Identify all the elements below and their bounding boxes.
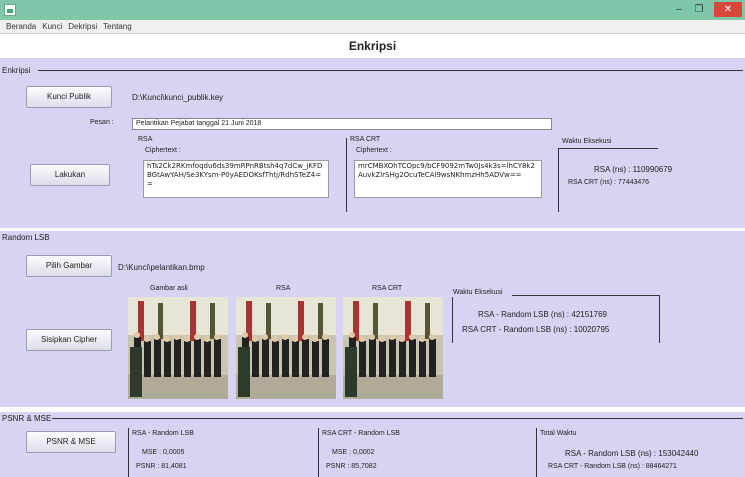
- psnr-mse-panel: PSNR & MSE PSNR & MSE RSA - Random LSB M…: [0, 412, 745, 477]
- rsa-crt-title: RSA CRT: [350, 136, 381, 143]
- maximize-button[interactable]: ❐: [690, 2, 708, 17]
- kunci-publik-button[interactable]: Kunci Publik: [26, 86, 112, 108]
- rsa-crt-ciphertext-area[interactable]: mrCMBXOhTCOpc9/bCF9092mTw0Js4k3s=lhCY8k2…: [354, 160, 542, 198]
- lsb-waktu-title: Waktu Eksekusi: [453, 289, 503, 296]
- lakukan-button[interactable]: Lakukan: [30, 164, 110, 186]
- ceremony-photo-icon: [128, 297, 228, 399]
- psnr-rsa-title: RSA - Random LSB: [132, 430, 194, 437]
- sisipkan-cipher-button[interactable]: Sisipkan Cipher: [26, 329, 112, 351]
- menu-bar: Beranda Kunci Dekripsi Tentang: [0, 20, 745, 34]
- ceremony-photo-icon: [236, 297, 336, 399]
- key-path: D:\Kunci\kunci_publik.key: [132, 93, 224, 102]
- psnr-rsa-crt-title: RSA CRT - Random LSB: [322, 430, 400, 437]
- psnr-rsa-mse: MSE : 0,0005: [142, 449, 185, 456]
- total-waktu-title: Total Waktu: [540, 430, 577, 437]
- image-path: D:\Kunci\pelantikan.bmp: [118, 263, 205, 272]
- menu-dekripsi[interactable]: Dekripsi: [68, 20, 97, 34]
- waktu-rsa: RSA (ns) : 110990679: [594, 165, 673, 174]
- rsa-image-label: RSA: [276, 285, 291, 292]
- waktu-eksekusi-border-top: [558, 148, 658, 149]
- rsa-crt-image-label: RSA CRT: [372, 285, 403, 292]
- psnr-rsa-crt-psnr: PSNR : 85,7082: [326, 463, 377, 470]
- page-title: Enkripsi: [0, 34, 745, 58]
- random-lsb-panel: Random LSB Pilih Gambar D:\Kunci\pelanti…: [0, 231, 745, 407]
- window-titlebar: – ❐ ✕: [0, 0, 745, 20]
- rsa-ciphertext-area[interactable]: hTs2Ck2RKmfoqdu6ds39mRPnRBtsh4q7dCw_jKFD…: [143, 160, 329, 198]
- psnr-legend: PSNR & MSE: [2, 414, 52, 423]
- total-waktu-rsa-crt: RSA CRT - Random LSB (ns) : 88464271: [548, 463, 677, 470]
- waktu-eksekusi-border-left: [558, 148, 559, 212]
- rsa-stego-image: [236, 297, 336, 399]
- rsa-crt-ciphertext-label: Ciphertext :: [356, 147, 392, 154]
- psnr-border: [52, 418, 743, 419]
- enkripsi-legend: Enkripsi: [2, 66, 31, 75]
- pesan-label: Pesan :: [90, 119, 114, 126]
- pesan-input[interactable]: Pelantikan Pejabat tanggal 21 Juni 2018: [132, 118, 552, 130]
- psnr-rsa-psnr: PSNR : 81,4081: [136, 463, 187, 470]
- menu-beranda[interactable]: Beranda: [6, 20, 36, 34]
- menu-tentang[interactable]: Tentang: [103, 20, 131, 34]
- pilih-gambar-button[interactable]: Pilih Gambar: [26, 255, 112, 277]
- divider: [318, 428, 319, 477]
- divider: [536, 428, 537, 477]
- minimize-button[interactable]: –: [670, 2, 688, 17]
- divider: [346, 138, 347, 212]
- ceremony-photo-icon: [343, 297, 443, 399]
- menu-kunci[interactable]: Kunci: [42, 20, 62, 34]
- waktu-eksekusi-title: Waktu Eksekusi: [562, 138, 612, 145]
- lsb-waktu-rsa: RSA - Random LSB (ns) : 42151769: [478, 310, 607, 319]
- lsb-waktu-border-top: [512, 295, 660, 296]
- psnr-rsa-crt-mse: MSE : 0,0002: [332, 449, 375, 456]
- lsb-waktu-border-left: [452, 297, 453, 343]
- rsa-crt-stego-image: [343, 297, 443, 399]
- app-icon: [4, 4, 16, 16]
- rsa-title: RSA: [138, 136, 153, 143]
- rsa-ciphertext-label: Ciphertext :: [145, 147, 181, 154]
- lsb-waktu-border-right: [659, 295, 660, 343]
- psnr-mse-button[interactable]: PSNR & MSE: [26, 431, 116, 453]
- original-image: [128, 297, 228, 399]
- waktu-rsa-crt: RSA CRT (ns) : 77443476: [568, 179, 650, 186]
- close-button[interactable]: ✕: [714, 2, 742, 17]
- enkripsi-border: [38, 70, 743, 71]
- enkripsi-panel: Enkripsi Kunci Publik D:\Kunci\kunci_pub…: [0, 58, 745, 228]
- lsb-waktu-rsa-crt: RSA CRT - Random LSB (ns) : 10020795: [462, 325, 610, 334]
- gambar-asli-label: Gambar asli: [150, 285, 188, 292]
- total-waktu-rsa: RSA - Random LSB (ns) : 153042440: [565, 449, 699, 458]
- divider: [128, 428, 129, 477]
- random-lsb-legend: Random LSB: [2, 233, 50, 242]
